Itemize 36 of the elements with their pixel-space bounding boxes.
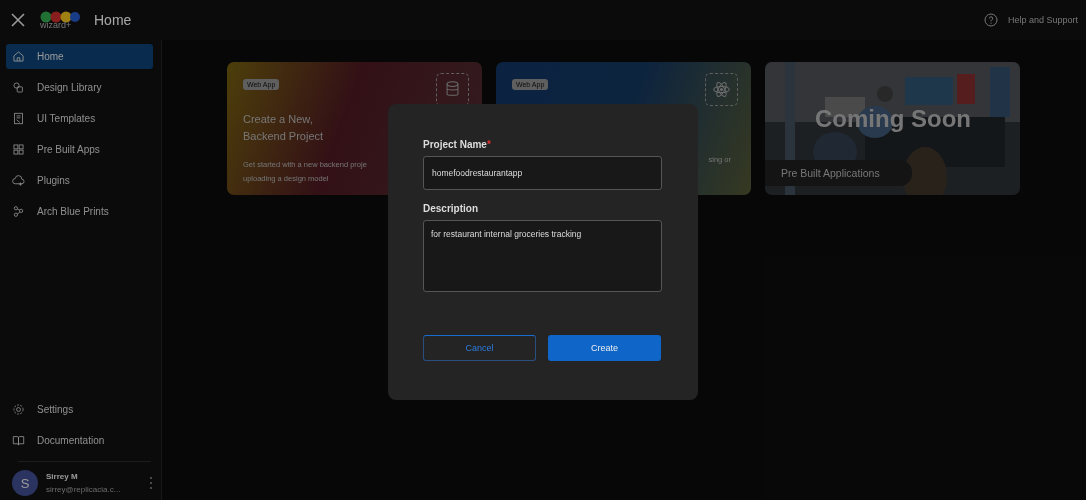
cancel-button[interactable]: Cancel bbox=[423, 335, 536, 361]
more-icon[interactable] bbox=[149, 476, 153, 490]
coming-soon-title: Coming Soon bbox=[815, 105, 971, 133]
coming-soon-card[interactable]: Coming Soon Pre Built Applications bbox=[765, 62, 1020, 195]
help-link[interactable]: Help and Support bbox=[1007, 15, 1078, 25]
card-title: Create a New, Backend Project bbox=[243, 112, 324, 144]
logo-text: wizard+ bbox=[40, 21, 72, 29]
sidebar-item[interactable]: Pre Built Apps bbox=[6, 137, 153, 162]
field-label: Description bbox=[423, 203, 479, 214]
user-email: sirrey@replicacia.c... bbox=[46, 485, 121, 494]
sidebar-item[interactable]: Home bbox=[6, 44, 153, 69]
nodes-icon bbox=[12, 205, 25, 218]
user-name: Sirrey M bbox=[46, 472, 79, 481]
project-name-field[interactable]: homefoodrestaurantapp bbox=[423, 156, 662, 190]
close-icon[interactable] bbox=[10, 12, 26, 28]
palette-icon bbox=[12, 81, 25, 94]
card-label: Pre Built Applications bbox=[765, 160, 912, 186]
help-icon[interactable] bbox=[983, 13, 998, 27]
logo-icon bbox=[40, 11, 80, 23]
sidebar-item[interactable]: Documentation bbox=[6, 428, 153, 453]
page-title: Home bbox=[94, 12, 132, 28]
sidebar-item[interactable]: Design Library bbox=[6, 75, 153, 100]
description-field[interactable]: for restaurant internal groceries tracking bbox=[423, 220, 662, 292]
create-button[interactable]: Create bbox=[548, 335, 661, 361]
document-icon bbox=[12, 112, 25, 125]
sidebar-item[interactable]: UI Templates bbox=[6, 106, 153, 131]
settings-icon bbox=[12, 403, 25, 416]
grid-icon bbox=[12, 143, 25, 156]
book-icon bbox=[12, 434, 25, 447]
sidebar-item[interactable]: Arch Blue Prints bbox=[6, 199, 153, 224]
sidebar-item[interactable]: Plugins bbox=[6, 168, 153, 193]
user-avatar[interactable]: S bbox=[12, 470, 38, 496]
atom-icon bbox=[705, 73, 738, 106]
home-icon bbox=[12, 50, 25, 63]
sidebar-item[interactable]: Settings bbox=[6, 397, 153, 422]
cloud-plus-icon bbox=[12, 174, 25, 187]
